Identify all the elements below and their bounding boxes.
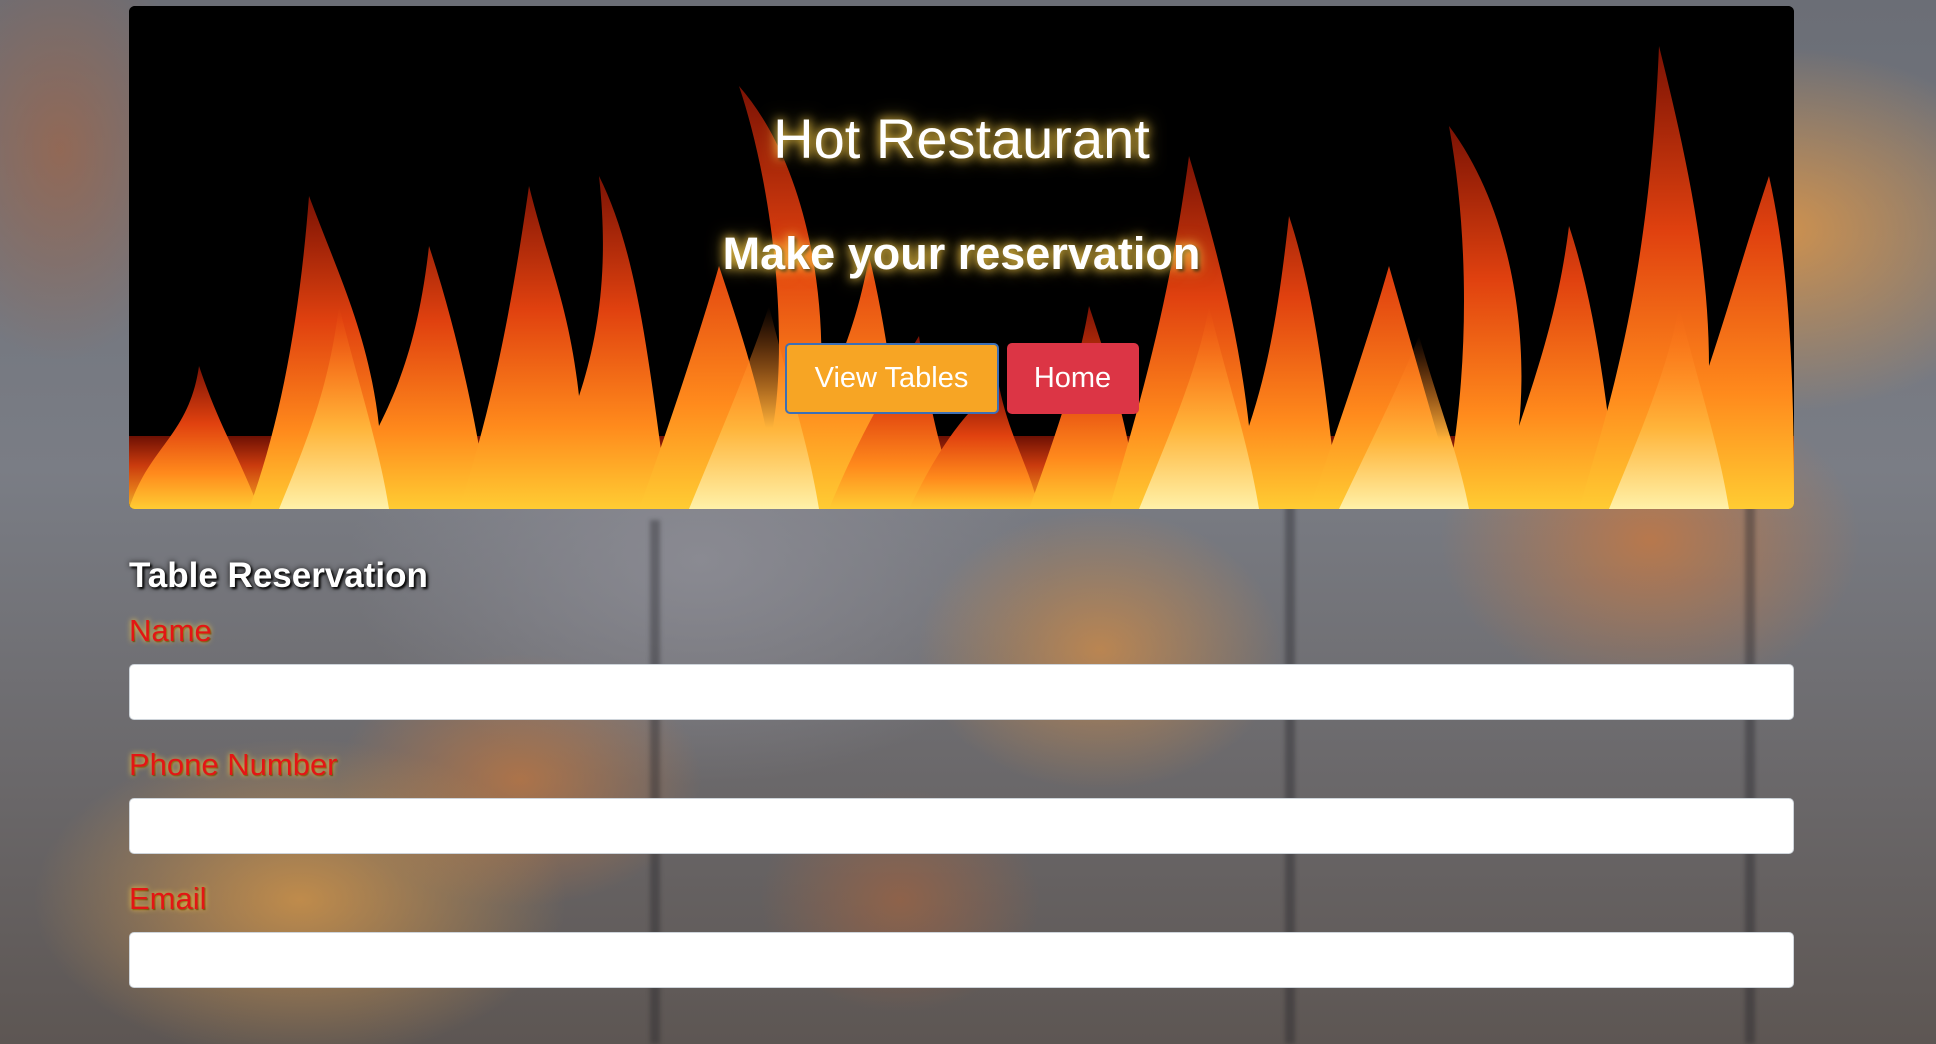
hero-banner: Hot Restaurant Make your reservation Vie…	[129, 6, 1794, 509]
phone-number-input[interactable]	[129, 798, 1794, 854]
page-subtitle: Make your reservation	[722, 228, 1201, 279]
email-label: Email	[129, 881, 207, 916]
form-heading: Table Reservation	[129, 556, 428, 595]
phone-number-label: Phone Number	[129, 747, 338, 782]
home-button[interactable]: Home	[1006, 343, 1139, 414]
name-label: Name	[129, 613, 212, 648]
view-tables-button[interactable]: View Tables	[784, 343, 999, 414]
email-input[interactable]	[129, 932, 1794, 988]
main-container: Hot Restaurant Make your reservation Vie…	[129, 6, 1794, 988]
page-title: Hot Restaurant	[773, 107, 1150, 170]
reservation-form: Table Reservation Name Phone Number Emai…	[129, 556, 1794, 988]
name-input[interactable]	[129, 664, 1794, 720]
hero-button-group: View Tables Home	[129, 343, 1794, 414]
